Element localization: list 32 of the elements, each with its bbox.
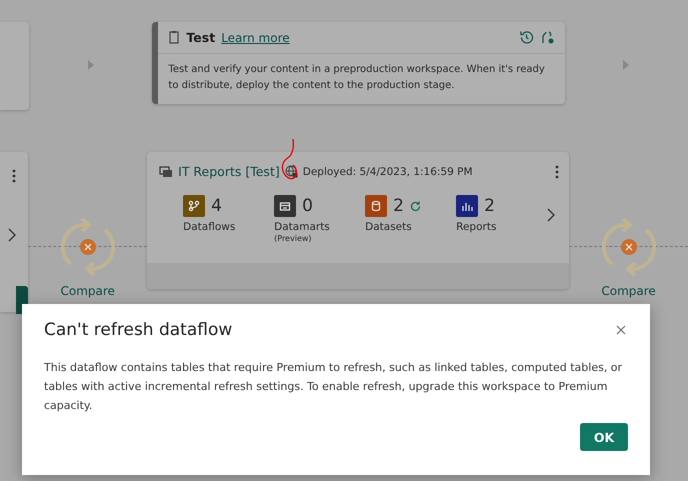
stage-title: Test xyxy=(186,30,216,45)
preview-note: (Preview) xyxy=(274,234,313,243)
item-count: 0 xyxy=(302,196,313,216)
item-label[interactable]: Reports xyxy=(456,221,548,233)
deployed-time: Deployed: 5/4/2023, 1:16:59 PM xyxy=(302,166,473,178)
item-count: 2 xyxy=(484,196,495,216)
workspace-icon xyxy=(159,166,174,178)
chevron-right-icon[interactable] xyxy=(547,208,556,222)
chevron-right-icon[interactable] xyxy=(8,228,16,242)
item-label[interactable]: Datasets xyxy=(365,221,456,233)
item-count: 2 xyxy=(393,196,404,216)
compare-label[interactable]: Compare xyxy=(60,284,115,298)
dialog-title: Can't refresh dataflow xyxy=(44,320,232,340)
ok-button[interactable]: OK xyxy=(580,423,628,451)
compare-label[interactable]: Compare xyxy=(601,284,656,298)
more-icon[interactable] xyxy=(555,164,560,178)
deployment-settings-icon[interactable] xyxy=(540,30,555,45)
workspace-name[interactable]: IT Reports [Test] xyxy=(178,164,280,179)
more-icon[interactable] xyxy=(12,169,16,183)
globe-lock-icon xyxy=(284,165,298,178)
arrow-right-icon xyxy=(86,60,95,70)
item-count: 4 xyxy=(211,196,222,216)
item-label[interactable]: Dataflows xyxy=(183,221,274,233)
stage-description: Test and verify your content in a preproduction workspace. When it's ready to distribute, deploy the content to the production stage. xyxy=(167,63,546,93)
clipboard-icon xyxy=(168,30,180,45)
dialog-message: This dataflow contains tables that require Premium to refresh, such as linked tables, computed tables, or tables with active incremental refresh settings. To enable refresh, upgrade this workspace to Premium capacity. xyxy=(44,360,624,414)
history-icon[interactable] xyxy=(518,30,534,45)
refresh-icon[interactable] xyxy=(410,200,421,212)
arrow-right-icon xyxy=(622,60,630,70)
learn-more-link[interactable]: Learn more xyxy=(221,30,290,44)
close-button[interactable] xyxy=(614,323,628,337)
item-label[interactable]: Datamarts xyxy=(274,221,366,233)
